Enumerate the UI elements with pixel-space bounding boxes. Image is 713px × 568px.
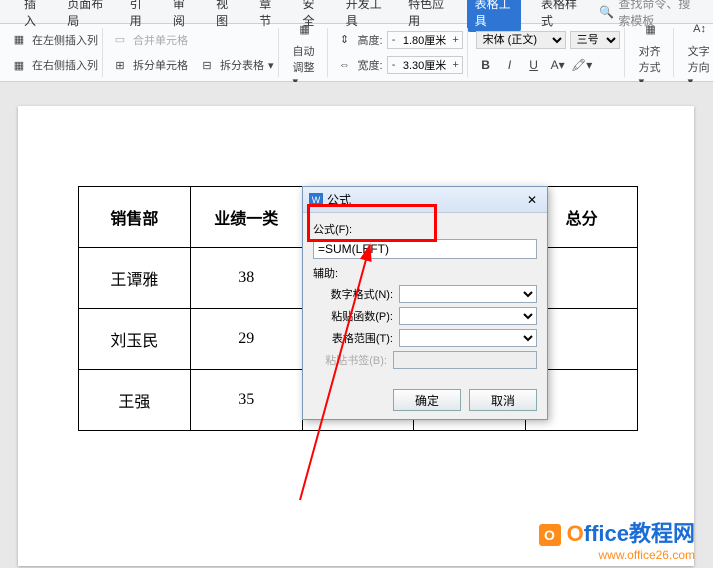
split-cells-button[interactable]: ⊞ 拆分单元格 — [111, 56, 188, 74]
chevron-down-icon: ▾ — [268, 59, 274, 72]
cancel-button[interactable]: 取消 — [469, 389, 537, 411]
font-color-button[interactable]: A▾ — [548, 56, 568, 74]
width-minus[interactable]: - — [388, 59, 400, 71]
group-textdir: A↕ 文字方向▾ — [678, 28, 713, 77]
height-minus[interactable]: - — [388, 34, 400, 46]
width-icon: ⇔ — [336, 56, 354, 74]
dialog-titlebar[interactable]: W 公式 ✕ — [303, 187, 547, 213]
insert-right-icon: ▦ — [10, 56, 28, 74]
watermark: O Office教程网 www.office26.com — [539, 516, 696, 562]
tab-view[interactable]: 视图 — [212, 0, 239, 32]
merge-cells-button[interactable]: ▭ 合并单元格 — [111, 31, 274, 49]
table-header[interactable]: 销售部 — [79, 187, 191, 248]
text-dir-icon: A↕ — [688, 17, 712, 41]
paste-func-label: 粘贴函数(P): — [313, 308, 393, 324]
font-size-select[interactable]: 三号 — [570, 31, 620, 49]
auto-adjust-button[interactable]: ▦ 自动调整▾ — [287, 15, 323, 90]
tab-review[interactable]: 审阅 — [169, 0, 196, 32]
bold-button[interactable]: B — [476, 56, 496, 74]
insert-left-label: 在左侧插入列 — [32, 32, 98, 48]
height-input[interactable] — [400, 34, 450, 46]
insert-left-icon: ▦ — [10, 31, 28, 49]
close-icon[interactable]: ✕ — [523, 193, 541, 207]
tab-tabletools[interactable]: 表格工具 — [467, 0, 521, 32]
font-name-select[interactable]: 宋体 (正文) — [476, 31, 566, 49]
brand-rest: ffice教程网 — [584, 521, 695, 546]
width-label: 宽度: — [358, 57, 383, 73]
tab-layout[interactable]: 页面布局 — [63, 0, 109, 32]
height-icon: ⇕ — [336, 31, 354, 49]
table-range-select[interactable] — [399, 329, 537, 347]
formula-dialog: W 公式 ✕ 公式(F): 辅助: 数字格式(N): 粘贴函数(P): 表格范围… — [302, 186, 548, 420]
tab-tablestyle[interactable]: 表格样式 — [537, 0, 583, 32]
split-cells-label: 拆分单元格 — [133, 57, 188, 73]
brand-o: O — [567, 521, 584, 546]
height-label: 高度: — [358, 32, 383, 48]
split-cells-icon: ⊞ — [111, 56, 129, 74]
table-cell[interactable]: 王谭雅 — [79, 248, 191, 309]
split-table-label: 拆分表格 — [220, 57, 264, 73]
tab-references[interactable]: 引用 — [126, 0, 153, 32]
dialog-buttons: 确定 取消 — [303, 381, 547, 419]
table-cell[interactable]: 29 — [190, 309, 302, 370]
width-input[interactable] — [400, 59, 450, 71]
formula-label: 公式(F): — [313, 221, 537, 237]
watermark-brand: O Office教程网 — [539, 516, 696, 548]
table-cell[interactable]: 38 — [190, 248, 302, 309]
merge-label: 合并单元格 — [133, 32, 188, 48]
split-table-button[interactable]: ⊟ 拆分表格 ▾ — [198, 56, 274, 74]
brand-icon: O — [539, 524, 561, 546]
table-header[interactable]: 业绩一类 — [190, 187, 302, 248]
group-autoadjust: ▦ 自动调整▾ — [283, 28, 328, 77]
group-font: 宋体 (正文) 三号 B I U A▾ 🖍▾ — [472, 28, 625, 77]
assist-label: 辅助: — [313, 265, 537, 281]
formula-input[interactable] — [313, 239, 537, 259]
group-dimensions: ⇕ 高度: - + ⇔ 宽度: - + — [332, 28, 468, 77]
ribbon-tabs: 插入 页面布局 引用 审阅 视图 章节 安全 开发工具 特色应用 表格工具 表格… — [0, 0, 713, 24]
tab-special[interactable]: 特色应用 — [404, 0, 450, 32]
width-plus[interactable]: + — [450, 59, 462, 71]
insert-right-button[interactable]: ▦ 在右侧插入列 — [10, 56, 98, 74]
tab-insert[interactable]: 插入 — [20, 0, 47, 32]
italic-button[interactable]: I — [500, 56, 520, 74]
dialog-body: 公式(F): 辅助: 数字格式(N): 粘贴函数(P): 表格范围(T): 粘贴… — [303, 213, 547, 381]
merge-icon: ▭ — [111, 31, 129, 49]
bookmark-label: 粘贴书签(B): — [313, 352, 387, 368]
text-dir-button[interactable]: A↕ 文字方向▾ — [682, 15, 713, 90]
numfmt-select[interactable] — [399, 285, 537, 303]
table-cell[interactable]: 刘玉民 — [79, 309, 191, 370]
align-icon: ▦ — [639, 17, 663, 41]
table-range-label: 表格范围(T): — [313, 330, 393, 346]
app-logo-icon: W — [309, 193, 323, 207]
height-plus[interactable]: + — [450, 34, 462, 46]
tab-devtools[interactable]: 开发工具 — [342, 0, 388, 32]
highlight-button[interactable]: 🖍▾ — [572, 56, 592, 74]
group-merge: ▭ 合并单元格 ⊞ 拆分单元格 ⊟ 拆分表格 ▾ — [107, 28, 279, 77]
table-cell[interactable]: 35 — [190, 370, 302, 431]
split-table-icon: ⊟ — [198, 56, 216, 74]
dialog-title-text: 公式 — [327, 191, 351, 208]
group-align: ▦ 对齐方式▾ — [629, 28, 674, 77]
bookmark-select — [393, 351, 537, 369]
insert-right-label: 在右侧插入列 — [32, 57, 98, 73]
paste-func-select[interactable] — [399, 307, 537, 325]
table-cell[interactable]: 王强 — [79, 370, 191, 431]
underline-button[interactable]: U — [524, 56, 544, 74]
ribbon-toolbar: ▦ 在左侧插入列 ▦ 在右侧插入列 ▭ 合并单元格 ⊞ 拆分单元格 ⊟ 拆分表格… — [0, 24, 713, 82]
table-icon: ▦ — [293, 17, 317, 41]
insert-left-button[interactable]: ▦ 在左侧插入列 — [10, 31, 98, 49]
group-insert-rows: ▦ 在左侧插入列 ▦ 在右侧插入列 — [6, 28, 103, 77]
tab-section[interactable]: 章节 — [255, 0, 282, 32]
search-icon: 🔍 — [599, 5, 614, 19]
align-button[interactable]: ▦ 对齐方式▾ — [633, 15, 669, 90]
numfmt-label: 数字格式(N): — [313, 286, 393, 302]
watermark-url: www.office26.com — [539, 548, 696, 562]
ok-button[interactable]: 确定 — [393, 389, 461, 411]
